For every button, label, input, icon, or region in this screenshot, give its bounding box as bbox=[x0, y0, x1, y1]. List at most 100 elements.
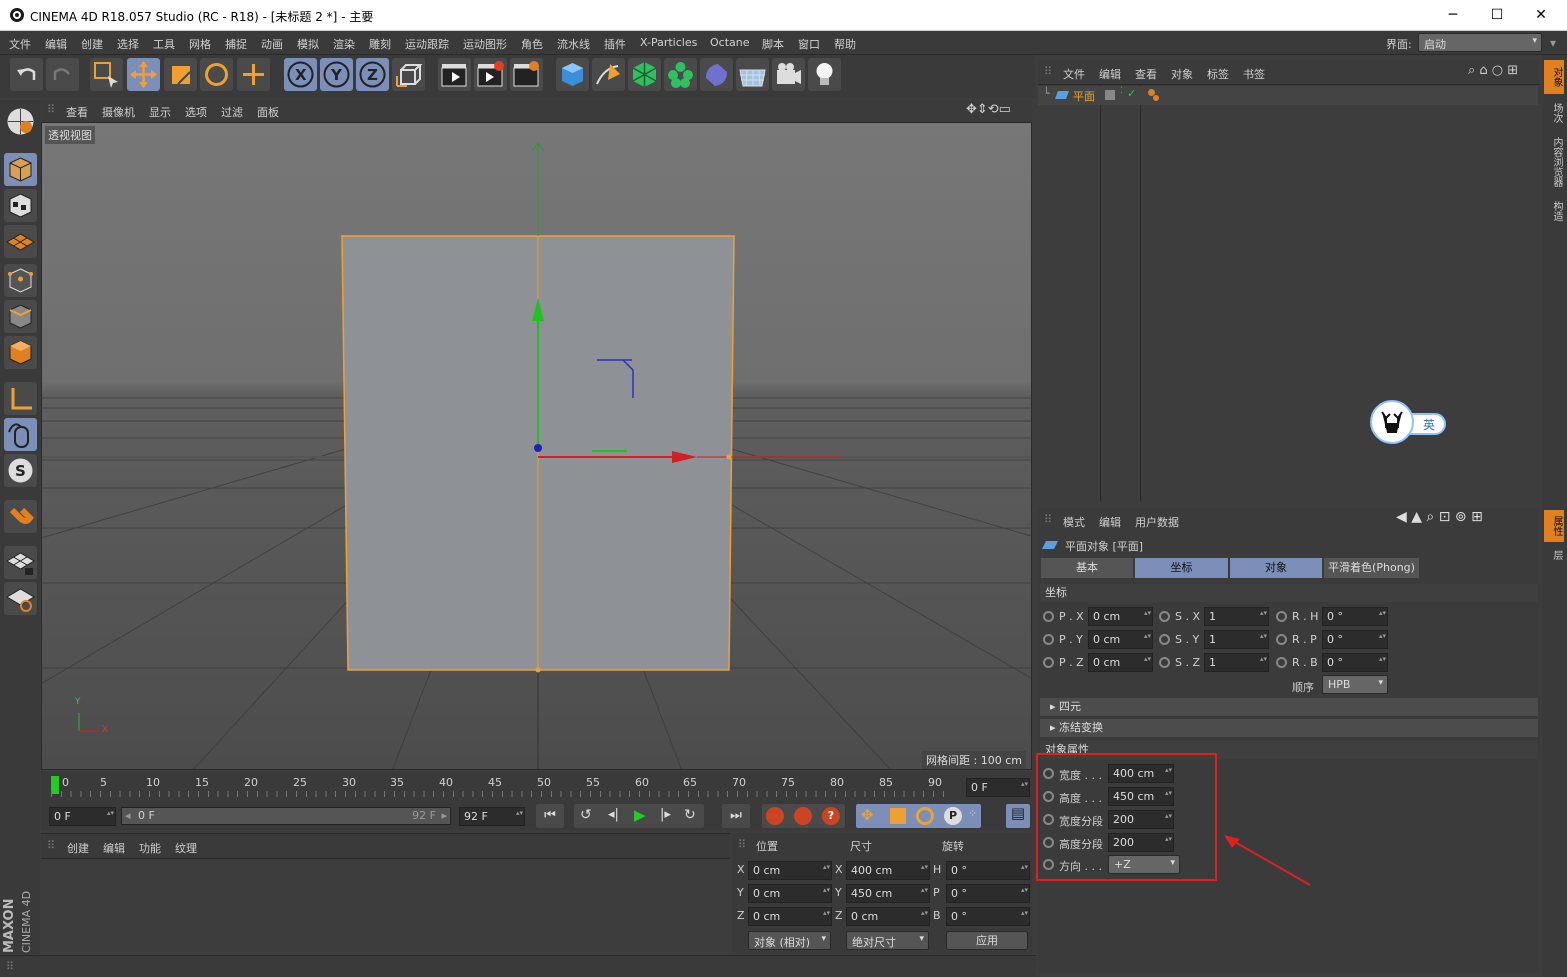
move-tool-button[interactable] bbox=[127, 58, 160, 91]
material-menu-create[interactable]: 创建 bbox=[67, 840, 89, 856]
section-quaternion[interactable]: ▸ 四元 bbox=[1040, 698, 1538, 716]
menu-file[interactable]: 文件 bbox=[9, 36, 31, 52]
light-button[interactable] bbox=[808, 58, 841, 91]
anim-toggle-radio[interactable] bbox=[1159, 657, 1170, 668]
texture-mode-button[interactable] bbox=[4, 189, 37, 222]
object-row-plane[interactable]: └ 平面 ⁚ ✓ bbox=[1038, 86, 1538, 105]
tab-basic[interactable]: 基本 bbox=[1041, 558, 1133, 578]
axis-mode-button[interactable] bbox=[4, 382, 37, 415]
layer-icon[interactable] bbox=[1105, 90, 1115, 100]
object-menu-edit[interactable]: 编辑 bbox=[1099, 66, 1121, 82]
spline-pen-button[interactable] bbox=[592, 58, 625, 91]
menu-create[interactable]: 创建 bbox=[81, 36, 103, 52]
field-px[interactable]: 0 cm bbox=[1088, 607, 1153, 626]
menu-render[interactable]: 渲染 bbox=[333, 36, 355, 52]
viewport-menu-cameras[interactable]: 摄像机 bbox=[102, 104, 135, 120]
object-manager-nav-icons[interactable]: ⌕ ⌂ ○ ⊞ bbox=[1468, 63, 1518, 78]
field-sz[interactable]: 1 bbox=[1204, 653, 1269, 672]
attr-menu-edit[interactable]: 编辑 bbox=[1099, 514, 1121, 530]
polygons-mode-button[interactable] bbox=[4, 336, 37, 369]
camera-button[interactable] bbox=[772, 58, 805, 91]
field-sx[interactable]: 1 bbox=[1204, 607, 1269, 626]
object-menu-bookmarks[interactable]: 书签 bbox=[1243, 66, 1265, 82]
apply-button[interactable]: 应用 bbox=[946, 931, 1028, 950]
prev-frame-button[interactable]: ◂| bbox=[608, 807, 619, 822]
undo-button[interactable] bbox=[10, 58, 43, 91]
viewport-menu-view[interactable]: 查看 bbox=[66, 104, 88, 120]
anim-toggle-radio[interactable] bbox=[1043, 611, 1054, 622]
solo-mode-button[interactable]: S bbox=[4, 454, 37, 487]
autokey-button[interactable] bbox=[794, 807, 812, 825]
right-tab-objects[interactable]: 对象 bbox=[1544, 60, 1564, 94]
material-menu-function[interactable]: 功能 bbox=[139, 840, 161, 856]
menu-motion-tracking[interactable]: 运动跟踪 bbox=[405, 36, 449, 52]
object-tree[interactable]: └ 平面 ⁚ ✓ bbox=[1038, 84, 1540, 501]
transform-tool-button[interactable] bbox=[237, 58, 270, 91]
menu-simulate[interactable]: 模拟 bbox=[297, 36, 319, 52]
coord-rot-b-field[interactable]: 0 ° bbox=[946, 907, 1030, 926]
visibility-dots-icon[interactable]: ⁚ bbox=[1120, 86, 1123, 96]
anim-toggle-radio[interactable] bbox=[1043, 634, 1054, 645]
menu-tools[interactable]: 工具 bbox=[153, 36, 175, 52]
layout-dropdown[interactable]: 启动 bbox=[1418, 33, 1542, 52]
key-position-button[interactable]: ✥ bbox=[861, 806, 874, 824]
model-mode-button[interactable] bbox=[4, 153, 37, 186]
edges-mode-button[interactable] bbox=[4, 300, 37, 333]
keyframe-selection-button[interactable]: ? bbox=[822, 807, 840, 825]
tab-coord[interactable]: 坐标 bbox=[1135, 558, 1228, 578]
coord-pos-y-field[interactable]: 0 cm bbox=[748, 884, 832, 903]
anim-toggle-radio[interactable] bbox=[1276, 611, 1287, 622]
coordinate-system-button[interactable] bbox=[392, 58, 425, 91]
workplane-align-button[interactable] bbox=[4, 582, 37, 615]
y-axis-lock-button[interactable]: Y bbox=[320, 58, 353, 91]
viewport-menu-panel[interactable]: 面板 bbox=[257, 104, 279, 120]
enabled-check-icon[interactable]: ✓ bbox=[1127, 87, 1136, 100]
play-button[interactable]: ▶ bbox=[634, 806, 646, 824]
redo-button[interactable] bbox=[46, 58, 79, 91]
coord-pos-z-field[interactable]: 0 cm bbox=[748, 907, 832, 926]
anim-toggle-radio[interactable] bbox=[1043, 657, 1054, 668]
menu-octane[interactable]: Octane bbox=[710, 36, 750, 49]
timeline-ruler[interactable]: 0 5 10 15 20 25 30 35 40 45 50 55 60 65 … bbox=[41, 772, 1032, 802]
start-frame-field[interactable]: 0 F bbox=[49, 807, 116, 826]
viewport-name-label[interactable]: 透视视图 bbox=[45, 126, 95, 144]
attr-menu-mode[interactable]: 模式 bbox=[1063, 514, 1085, 530]
tag-icon[interactable] bbox=[1153, 95, 1159, 101]
right-tab-takes[interactable]: 场次 bbox=[1544, 97, 1564, 129]
close-button[interactable]: ✕ bbox=[1518, 0, 1564, 31]
right-tab-attributes[interactable]: 属性 bbox=[1544, 510, 1564, 542]
section-freeze[interactable]: ▸ 冻结变换 bbox=[1040, 719, 1538, 737]
coord-size-y-field[interactable]: 450 cm bbox=[846, 884, 930, 903]
object-menu-tags[interactable]: 标签 bbox=[1207, 66, 1229, 82]
key-rotation-button[interactable] bbox=[916, 807, 934, 825]
menu-xparticles[interactable]: X-Particles bbox=[640, 36, 697, 49]
tweak-mode-button[interactable] bbox=[4, 418, 37, 451]
size-mode-dropdown[interactable]: 绝对尺寸 bbox=[846, 931, 929, 950]
field-rh[interactable]: 0 ° bbox=[1322, 607, 1388, 626]
workplane-lock-button[interactable] bbox=[4, 546, 37, 579]
anim-toggle-radio[interactable] bbox=[1276, 657, 1287, 668]
viewport-menu-filter[interactable]: 过滤 bbox=[221, 104, 243, 120]
right-tab-structure[interactable]: 构造 bbox=[1544, 195, 1564, 227]
render-to-picture-viewer-button[interactable] bbox=[474, 58, 507, 91]
coord-size-x-field[interactable]: 400 cm bbox=[846, 861, 930, 880]
points-mode-button[interactable] bbox=[4, 264, 37, 297]
anim-toggle-radio[interactable] bbox=[1159, 634, 1170, 645]
field-pz[interactable]: 0 cm bbox=[1088, 653, 1153, 672]
material-menu-texture[interactable]: 纹理 bbox=[175, 840, 197, 856]
minimize-button[interactable]: ─ bbox=[1430, 0, 1476, 31]
right-tab-layers[interactable]: 层 bbox=[1544, 545, 1564, 565]
object-menu-file[interactable]: 文件 bbox=[1063, 66, 1085, 82]
menu-window[interactable]: 窗口 bbox=[798, 36, 820, 52]
cube-primitive-button[interactable] bbox=[556, 58, 589, 91]
menu-select[interactable]: 选择 bbox=[117, 36, 139, 52]
field-rp[interactable]: 0 ° bbox=[1322, 630, 1388, 649]
anim-toggle-radio[interactable] bbox=[1159, 611, 1170, 622]
coord-size-z-field[interactable]: 0 cm bbox=[846, 907, 930, 926]
workplane-mode-button[interactable] bbox=[4, 225, 37, 258]
timeline-window-button[interactable]: ▤ bbox=[1006, 804, 1030, 828]
material-menu-edit[interactable]: 编辑 bbox=[103, 840, 125, 856]
viewport-menu-options[interactable]: 选项 bbox=[185, 104, 207, 120]
coord-rot-p-field[interactable]: 0 ° bbox=[946, 884, 1030, 903]
menu-snap[interactable]: 捕捉 bbox=[225, 36, 247, 52]
